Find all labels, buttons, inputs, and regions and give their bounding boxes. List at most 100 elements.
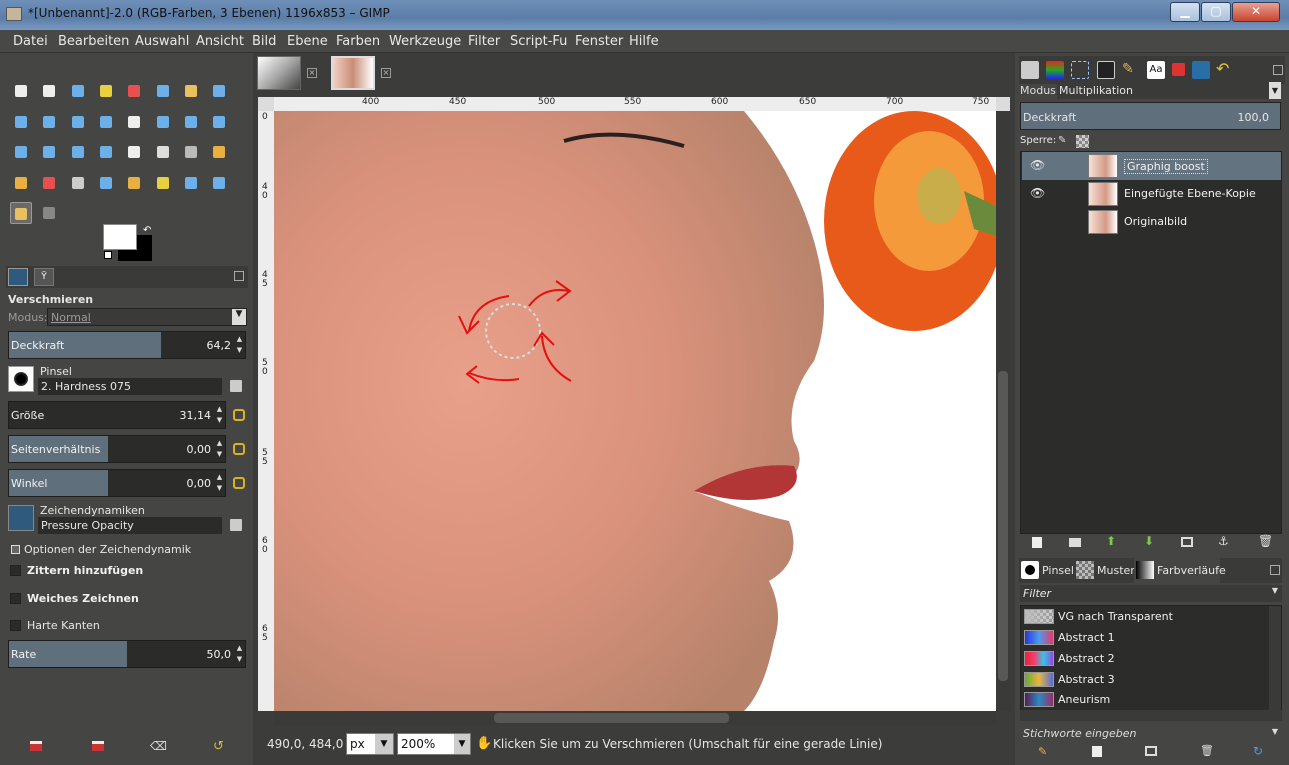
scissors-tool-icon[interactable] — [152, 80, 174, 102]
minimize-button[interactable]: ▁ — [1170, 2, 1200, 22]
layer-mode-dropdown[interactable]: Multiplikation ▼ — [1057, 82, 1281, 99]
lock-pixels-icon[interactable]: ✎ — [1058, 135, 1070, 147]
blend-tool-icon[interactable] — [180, 141, 202, 163]
clone-tool-icon[interactable] — [123, 172, 145, 194]
colormap-tab-icon[interactable] — [1097, 61, 1115, 79]
measure-tool-icon[interactable] — [67, 111, 89, 133]
tag-entry[interactable]: Stichworte eingeben ▼ — [1020, 726, 1282, 742]
text-tool-icon[interactable] — [123, 141, 145, 163]
reset-angle-icon[interactable] — [233, 477, 245, 489]
paths-tab-icon[interactable] — [1071, 61, 1089, 79]
delete-options-icon[interactable]: ⌫ — [150, 739, 167, 753]
ink-tool-icon[interactable] — [95, 172, 117, 194]
menu-ansicht[interactable]: Ansicht — [196, 34, 244, 49]
gradient-item[interactable]: Aneurism — [1022, 689, 1272, 710]
menu-fenster[interactable]: Fenster — [575, 34, 623, 49]
zoom-corner-icon[interactable] — [996, 97, 1010, 111]
menu-filter[interactable]: Filter — [468, 34, 500, 49]
ellipse-select-tool-icon[interactable] — [38, 80, 60, 102]
paintbrush-tool-icon[interactable] — [10, 172, 32, 194]
size-slider[interactable]: Größe 31,14 ▲ ▼ — [8, 401, 226, 429]
swap-colors-icon[interactable]: ↶ — [143, 225, 151, 236]
shear-tool-icon[interactable] — [10, 141, 32, 163]
dodge-tool-icon[interactable] — [208, 172, 230, 194]
save-options-icon[interactable] — [30, 741, 42, 751]
patterns-tab-icon[interactable] — [1076, 561, 1094, 579]
airbrush-tool-icon[interactable] — [67, 172, 89, 194]
tab-muster[interactable]: Muster — [1097, 564, 1135, 577]
layer-opacity-slider[interactable]: Deckkraft 100,0 — [1020, 102, 1281, 130]
size-spin-icon[interactable]: ▲ ▼ — [215, 404, 224, 426]
jitter-checkbox[interactable] — [10, 565, 21, 576]
reset-colors-icon[interactable] — [104, 251, 112, 259]
menu-datei[interactable]: Datei — [13, 34, 48, 49]
edit-gradient-icon[interactable]: ✎ — [1038, 745, 1047, 758]
gradients-scrollbar[interactable] — [1269, 606, 1281, 710]
paths-tool-icon[interactable] — [208, 80, 230, 102]
blur-tool-icon[interactable] — [38, 202, 60, 224]
lock-alpha-icon[interactable] — [1076, 135, 1089, 148]
menu-werkzeuge[interactable]: Werkzeuge — [389, 34, 461, 49]
layer-row-eingefuegte-ebene-kopie[interactable]: 👁 Eingefügte Ebene-Kopie — [1022, 180, 1281, 208]
restore-options-icon[interactable] — [92, 741, 104, 751]
align-tool-icon[interactable] — [123, 111, 145, 133]
menu-bild[interactable]: Bild — [252, 34, 276, 49]
maximize-button[interactable]: ▢ — [1201, 2, 1231, 22]
vertical-scrollbar[interactable] — [996, 111, 1010, 711]
pencil-tool-icon[interactable] — [208, 141, 230, 163]
angle-slider[interactable]: Winkel 0,00 ▲ ▼ — [8, 469, 226, 497]
foreground-select-tool-icon[interactable] — [180, 80, 202, 102]
visibility-eye-icon[interactable]: 👁 — [1030, 158, 1045, 172]
rate-spin-icon[interactable]: ▲ ▼ — [235, 643, 244, 665]
zoom-dropdown[interactable]: 200% ▼ — [397, 733, 471, 755]
gradient-item[interactable]: Abstract 2 — [1022, 648, 1272, 669]
crop-tool-icon[interactable] — [152, 111, 174, 133]
menu-ebene[interactable]: Ebene — [287, 34, 328, 49]
horizontal-scroll-thumb[interactable] — [494, 713, 729, 723]
scale-tool-icon[interactable] — [208, 111, 230, 133]
menu-farben[interactable]: Farben — [336, 34, 380, 49]
dynamics-options-expander[interactable]: Optionen der Zeichendynamik — [24, 543, 191, 556]
image-tab-thumb-1[interactable] — [257, 56, 301, 90]
quick-mask-corner[interactable] — [258, 97, 274, 111]
reset-size-icon[interactable] — [233, 409, 245, 421]
gradient-item[interactable]: Abstract 3 — [1022, 669, 1272, 690]
perspective-clone-tool-icon[interactable] — [180, 172, 202, 194]
aspect-ratio-slider[interactable]: Seitenverhältnis 0,00 ▲ ▼ — [8, 435, 226, 463]
heal-tool-icon[interactable] — [152, 172, 174, 194]
delete-gradient-icon[interactable]: 🗑 — [1200, 744, 1214, 757]
brush-tab-icon[interactable]: ✎ — [1122, 61, 1140, 79]
panel-menu-icon[interactable] — [1273, 65, 1283, 75]
new-layer-group-icon[interactable] — [1069, 538, 1081, 547]
reset-options-icon[interactable]: ↺ — [213, 739, 224, 754]
lower-layer-icon[interactable]: ⬇ — [1144, 534, 1154, 548]
image-tab-thumb-2[interactable] — [331, 56, 375, 90]
tab-pinsel[interactable]: Pinsel — [1042, 564, 1074, 577]
horizontal-scrollbar[interactable] — [274, 711, 996, 725]
foreground-color-swatch[interactable] — [103, 224, 137, 250]
menu-hilfe[interactable]: Hilfe — [629, 34, 659, 49]
layer-row-originalbild[interactable]: Originalbild — [1022, 208, 1281, 236]
fonts-tab-icon[interactable]: Aa — [1147, 61, 1165, 79]
smudge-tool-icon[interactable] — [10, 202, 32, 224]
edit-dynamics-icon[interactable] — [230, 519, 242, 531]
tool-options-tab-icon[interactable] — [8, 268, 28, 286]
expander-icon[interactable] — [11, 545, 20, 554]
layer-row-graphig-boost[interactable]: 👁 Graphig boost — [1022, 152, 1281, 180]
panel-menu-icon[interactable] — [234, 271, 244, 281]
brush-preview[interactable] — [8, 366, 34, 392]
color-picker-tool-icon[interactable] — [10, 111, 32, 133]
edit-brush-icon[interactable] — [230, 380, 242, 392]
channels-tab-icon[interactable] — [1046, 61, 1064, 79]
bucket-fill-tool-icon[interactable] — [152, 141, 174, 163]
flip-tool-icon[interactable] — [67, 141, 89, 163]
panel-menu-icon[interactable] — [1270, 565, 1280, 575]
close-tab-icon[interactable]: × — [381, 68, 391, 78]
perspective-tool-icon[interactable] — [38, 141, 60, 163]
menu-script-fu[interactable]: Script-Fu — [510, 34, 567, 49]
free-select-tool-icon[interactable] — [67, 80, 89, 102]
templates-tab-icon[interactable] — [1192, 61, 1210, 79]
menu-bearbeiten[interactable]: Bearbeiten — [58, 34, 129, 49]
rate-slider[interactable]: Rate 50,0 ▲ ▼ — [8, 640, 246, 668]
opacity-slider[interactable]: Deckkraft 64,2 ▲ ▼ — [8, 331, 246, 359]
